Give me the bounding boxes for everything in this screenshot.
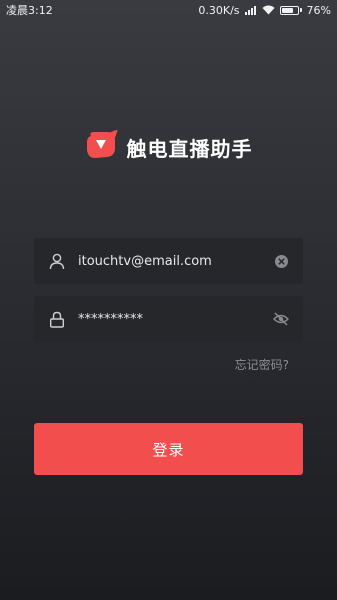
lock-icon <box>48 310 66 328</box>
wifi-icon <box>262 5 275 15</box>
clear-icon[interactable] <box>273 253 289 269</box>
status-bar: 凌晨3:12 0.30K/s 76% <box>0 0 337 20</box>
status-time: 凌晨3:12 <box>6 4 53 17</box>
brand-header: 触电直播助手 <box>0 129 337 164</box>
battery-icon <box>279 5 302 15</box>
login-button[interactable]: 登录 <box>34 423 303 475</box>
battery-fill <box>281 7 293 13</box>
status-indicators: 0.30K/s 76% <box>198 4 331 17</box>
email-input[interactable] <box>78 253 273 269</box>
battery-percent: 76% <box>306 3 331 17</box>
app-logo-icon <box>85 129 119 164</box>
password-field[interactable] <box>34 296 303 342</box>
eye-off-icon[interactable] <box>273 311 289 327</box>
app-title: 触电直播助手 <box>126 136 253 161</box>
forgot-password-link[interactable]: 忘记密码? <box>235 356 289 373</box>
email-field[interactable] <box>34 238 303 284</box>
user-icon <box>48 252 66 270</box>
password-input[interactable] <box>78 311 273 327</box>
network-speed: 0.30K/s <box>198 3 240 17</box>
signal-icon <box>244 5 257 15</box>
